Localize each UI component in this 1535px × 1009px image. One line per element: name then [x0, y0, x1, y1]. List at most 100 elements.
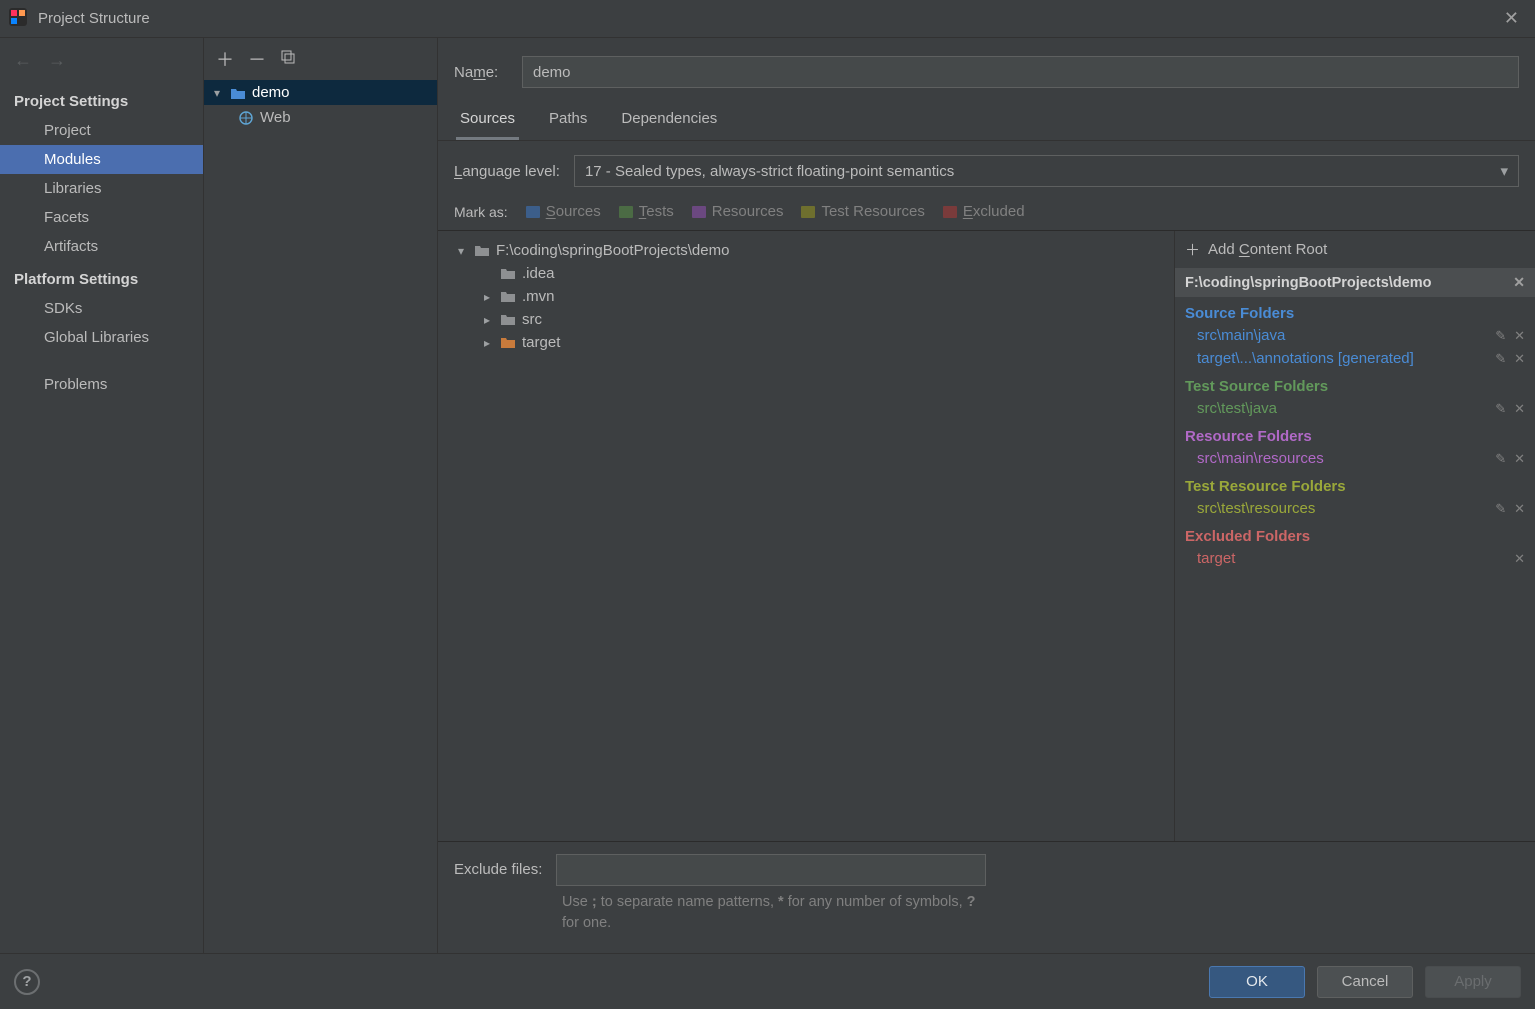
cat-test-source-folders: Test Source Folders — [1175, 370, 1535, 397]
plus-icon: ＋ — [1185, 239, 1200, 260]
folder-icon — [619, 206, 633, 218]
src-root[interactable]: ▾ F:\coding\springBootProjects\demo — [446, 239, 1166, 262]
add-content-root-button[interactable]: ＋ Add Content Root — [1175, 231, 1535, 268]
src-node-label: .mvn — [522, 288, 555, 305]
edit-icon[interactable]: ✎ — [1495, 451, 1506, 467]
module-label: demo — [252, 84, 290, 101]
add-module-icon[interactable]: ＋ — [216, 46, 234, 72]
remove-icon[interactable]: ✕ — [1514, 501, 1525, 517]
content-roots-panel: ＋ Add Content Root F:\coding\springBootP… — [1175, 231, 1535, 841]
section-platform-settings: Platform Settings — [0, 261, 203, 294]
folder-excluded-icon — [500, 336, 516, 349]
chevron-down-icon: ▾ — [1500, 162, 1508, 180]
cat-item-src-main-resources[interactable]: src\main\resources ✎✕ — [1175, 447, 1535, 470]
sidebar-item-artifacts[interactable]: Artifacts — [0, 232, 203, 261]
remove-icon[interactable]: ✕ — [1514, 401, 1525, 417]
src-node-mvn[interactable]: ▸ .mvn — [446, 285, 1166, 308]
language-level-label: Language level: — [454, 163, 560, 180]
tab-sources[interactable]: Sources — [456, 100, 519, 140]
chevron-down-icon[interactable]: ▾ — [454, 244, 468, 258]
sidebar-item-facets[interactable]: Facets — [0, 203, 203, 232]
folder-icon — [500, 313, 516, 326]
sidebar-item-project[interactable]: Project — [0, 116, 203, 145]
module-icon — [230, 86, 246, 99]
mark-test-resources[interactable]: Test Resources — [801, 203, 924, 220]
cat-item-src-test-resources[interactable]: src\test\resources ✎✕ — [1175, 497, 1535, 520]
edit-icon[interactable]: ✎ — [1495, 351, 1506, 367]
module-node-demo[interactable]: ▾ demo — [204, 80, 437, 105]
exclude-files-label: Exclude files: — [454, 861, 542, 878]
src-node-label: src — [522, 311, 542, 328]
close-icon[interactable]: ✕ — [1496, 4, 1527, 33]
tab-paths[interactable]: Paths — [545, 100, 591, 140]
sidebar-item-global-libraries[interactable]: Global Libraries — [0, 323, 203, 352]
cat-item-target-annotations[interactable]: target\...\annotations [generated] ✎✕ — [1175, 347, 1535, 370]
sidebar-item-problems[interactable]: Problems — [0, 370, 203, 399]
folder-icon — [801, 206, 815, 218]
src-node-target[interactable]: ▸ target — [446, 331, 1166, 354]
cat-excluded-folders: Excluded Folders — [1175, 520, 1535, 547]
mark-tests[interactable]: Tests — [619, 203, 674, 220]
nav-back-icon[interactable]: ← — [14, 50, 32, 71]
edit-icon[interactable]: ✎ — [1495, 328, 1506, 344]
remove-icon[interactable]: ✕ — [1514, 328, 1525, 344]
mark-as-label: Mark as: — [454, 204, 508, 220]
content-root-path[interactable]: F:\coding\springBootProjects\demo ✕ — [1175, 268, 1535, 297]
language-level-value: 17 - Sealed types, always-strict floatin… — [585, 163, 954, 180]
exclude-files-input[interactable] — [556, 854, 986, 886]
module-node-web[interactable]: Web — [204, 105, 437, 130]
content-root-label: F:\coding\springBootProjects\demo — [1185, 275, 1432, 291]
apply-button[interactable]: Apply — [1425, 966, 1521, 998]
src-node-src[interactable]: ▸ src — [446, 308, 1166, 331]
tab-dependencies[interactable]: Dependencies — [617, 100, 721, 140]
copy-module-icon[interactable] — [280, 49, 296, 70]
src-node-label: .idea — [522, 265, 555, 282]
remove-root-icon[interactable]: ✕ — [1513, 274, 1525, 291]
nav-forward-icon[interactable]: → — [48, 50, 66, 71]
cat-item-src-test-java[interactable]: src\test\java ✎✕ — [1175, 397, 1535, 420]
window-title: Project Structure — [38, 10, 150, 27]
remove-icon[interactable]: ✕ — [1514, 451, 1525, 467]
language-level-select[interactable]: 17 - Sealed types, always-strict floatin… — [574, 155, 1519, 187]
src-node-label: target — [522, 334, 560, 351]
mark-resources[interactable]: Resources — [692, 203, 784, 220]
mark-excluded[interactable]: Excluded — [943, 203, 1025, 220]
chevron-right-icon[interactable]: ▸ — [480, 313, 494, 327]
sidebar-item-sdks[interactable]: SDKs — [0, 294, 203, 323]
detail-tabs: Sources Paths Dependencies — [438, 100, 1535, 141]
chevron-down-icon[interactable]: ▾ — [210, 86, 224, 100]
sidebar-item-modules[interactable]: Modules — [0, 145, 203, 174]
chevron-right-icon[interactable]: ▸ — [480, 290, 494, 304]
left-sidebar: ← → Project Settings Project Modules Lib… — [0, 38, 204, 953]
app-icon — [8, 7, 28, 30]
cat-test-resource-folders: Test Resource Folders — [1175, 470, 1535, 497]
help-icon[interactable]: ? — [14, 969, 40, 995]
folder-icon — [474, 244, 490, 257]
mark-sources[interactable]: Sources — [526, 203, 601, 220]
edit-icon[interactable]: ✎ — [1495, 501, 1506, 517]
section-project-settings: Project Settings — [0, 83, 203, 116]
edit-icon[interactable]: ✎ — [1495, 401, 1506, 417]
titlebar: Project Structure ✕ — [0, 0, 1535, 38]
sidebar-item-libraries[interactable]: Libraries — [0, 174, 203, 203]
folder-icon — [692, 206, 706, 218]
folder-icon — [943, 206, 957, 218]
folder-icon — [500, 267, 516, 280]
chevron-right-icon[interactable]: ▸ — [480, 336, 494, 350]
module-name-input[interactable] — [522, 56, 1519, 88]
cat-source-folders: Source Folders — [1175, 297, 1535, 324]
remove-module-icon[interactable]: － — [248, 46, 266, 72]
cat-item-src-main-java[interactable]: src\main\java ✎✕ — [1175, 324, 1535, 347]
remove-icon[interactable]: ✕ — [1514, 551, 1525, 567]
folder-icon — [500, 290, 516, 303]
remove-icon[interactable]: ✕ — [1514, 351, 1525, 367]
name-label: Name: — [454, 64, 506, 81]
web-facet-icon — [238, 111, 254, 124]
detail-panel: Name: Sources Paths Dependencies Languag… — [438, 38, 1535, 953]
cat-item-target[interactable]: target ✕ — [1175, 547, 1535, 570]
cancel-button[interactable]: Cancel — [1317, 966, 1413, 998]
src-node-idea[interactable]: .idea — [446, 262, 1166, 285]
ok-button[interactable]: OK — [1209, 966, 1305, 998]
folder-icon — [526, 206, 540, 218]
dialog-footer: ? OK Cancel Apply — [0, 953, 1535, 1009]
